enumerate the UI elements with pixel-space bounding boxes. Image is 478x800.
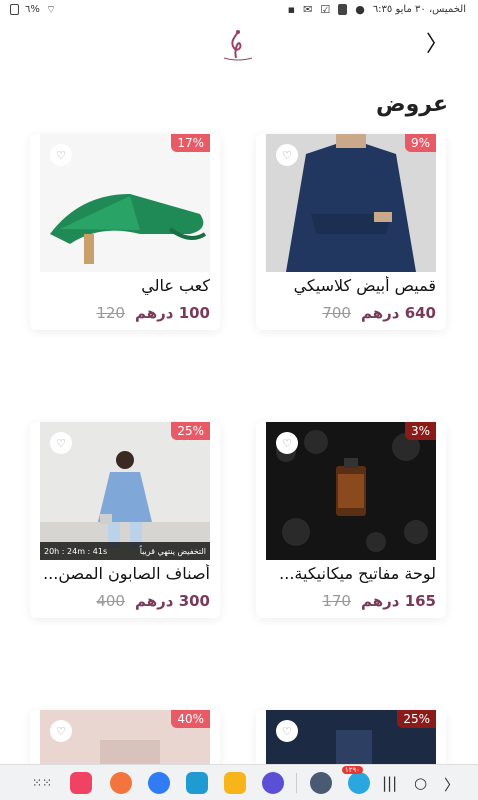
countdown-timer: 20h : 24m : 41s التخفيض ينتهي قريباً: [40, 542, 210, 560]
timer-label: التخفيض ينتهي قريباً: [139, 546, 206, 556]
files-app-icon[interactable]: [224, 772, 246, 794]
taskbar-divider: [296, 773, 297, 793]
heart-icon: ♡: [56, 724, 66, 738]
back-nav-icon[interactable]: 〉: [444, 774, 459, 795]
price-row: 100 درهم 120: [96, 304, 210, 322]
product-card[interactable]: 25% ♡: [256, 710, 446, 770]
notification-icon: ●: [355, 3, 365, 16]
camera-app-icon[interactable]: [70, 772, 92, 794]
price-row: 300 درهم 400: [96, 592, 210, 610]
calendar-app-icon[interactable]: [186, 772, 208, 794]
date-time: الخميس، ٣٠ مايو ٦:٣٥: [372, 4, 466, 15]
heart-icon: ♡: [282, 436, 292, 450]
status-left: ٦% ⌔: [10, 4, 56, 15]
battery-level: ٦%: [25, 4, 40, 15]
product-price: 640 درهم: [360, 304, 436, 322]
product-name[interactable]: أصناف الصابون المصن...: [36, 564, 210, 583]
product-price: 300 درهم: [134, 592, 210, 610]
status-right: الخميس، ٣٠ مايو ٦:٣٥ ● ☑ ✉ ▪: [288, 4, 466, 15]
battery-icon: [10, 4, 19, 15]
price-row: 165 درهم 170: [322, 592, 436, 610]
contacts-app-icon[interactable]: [110, 772, 132, 794]
brand-logo[interactable]: [216, 28, 260, 68]
apps-grid-icon[interactable]: ⁙⁙: [32, 776, 52, 790]
product-card[interactable]: 3% ♡ لوحة مفاتيح ميكانيكية... 165 درهم 1…: [256, 422, 446, 618]
favorite-button[interactable]: ♡: [276, 720, 298, 742]
favorite-button[interactable]: ♡: [50, 720, 72, 742]
mail-icon: ✉: [303, 3, 313, 16]
lock-icon: ▪: [287, 3, 296, 16]
product-old-price: 400: [96, 592, 125, 610]
product-name[interactable]: قميص أبيض كلاسيكي: [262, 276, 436, 295]
header: 〉: [0, 22, 478, 72]
product-old-price: 120: [96, 304, 125, 322]
section-title: عروض: [376, 92, 448, 117]
chevron-right-icon: 〉: [425, 32, 448, 57]
product-name[interactable]: كعب عالي: [36, 276, 210, 295]
favorite-button[interactable]: ♡: [50, 432, 72, 454]
product-name[interactable]: لوحة مفاتيح ميكانيكية...: [262, 564, 436, 583]
telegram-badge: ١٢٩٠: [342, 766, 364, 774]
heart-icon: ♡: [282, 724, 292, 738]
product-card[interactable]: 40% ♡: [30, 710, 220, 770]
product-price: 165 درهم: [360, 592, 436, 610]
product-price: 100 درهم: [134, 304, 210, 322]
recents-icon[interactable]: |||: [382, 774, 397, 792]
product-card[interactable]: 9% ♡ قميص أبيض كلاسيكي 640 درهم 700: [256, 134, 446, 330]
settings-app-icon[interactable]: [310, 772, 332, 794]
sim-icon: [338, 4, 348, 15]
heart-icon: ♡: [282, 148, 292, 162]
taskbar: ⁙⁙ ١٢٩٠ ||| ○ 〉: [0, 764, 478, 800]
product-old-price: 700: [322, 304, 351, 322]
discount-badge: 9%: [404, 134, 436, 152]
price-row: 640 درهم 700: [322, 304, 436, 322]
discount-badge: 17%: [171, 134, 210, 152]
timer-value: 20h : 24m : 41s: [44, 546, 108, 556]
favorite-button[interactable]: ♡: [276, 144, 298, 166]
favorite-button[interactable]: ♡: [276, 432, 298, 454]
wifi-icon: ⌔: [45, 3, 57, 16]
messages-app-icon[interactable]: [148, 772, 170, 794]
home-icon[interactable]: ○: [414, 774, 427, 792]
favorite-button[interactable]: ♡: [50, 144, 72, 166]
internet-app-icon[interactable]: [262, 772, 284, 794]
discount-badge: 3%: [404, 422, 436, 440]
telegram-app-icon[interactable]: [348, 772, 370, 794]
product-card[interactable]: 17% ♡ كعب عالي 100 درهم 120: [30, 134, 220, 330]
back-button[interactable]: 〉: [426, 34, 448, 56]
discount-badge: 25%: [397, 710, 436, 728]
product-old-price: 170: [322, 592, 351, 610]
discount-badge: 25%: [171, 422, 210, 440]
status-bar: ٦% ⌔ الخميس، ٣٠ مايو ٦:٣٥ ● ☑ ✉ ▪: [0, 0, 478, 22]
discount-badge: 40%: [171, 710, 210, 728]
check-icon: ☑: [320, 3, 331, 16]
heart-icon: ♡: [56, 148, 66, 162]
heart-icon: ♡: [56, 436, 66, 450]
product-card[interactable]: 20h : 24m : 41s التخفيض ينتهي قريباً 25%…: [30, 422, 220, 618]
